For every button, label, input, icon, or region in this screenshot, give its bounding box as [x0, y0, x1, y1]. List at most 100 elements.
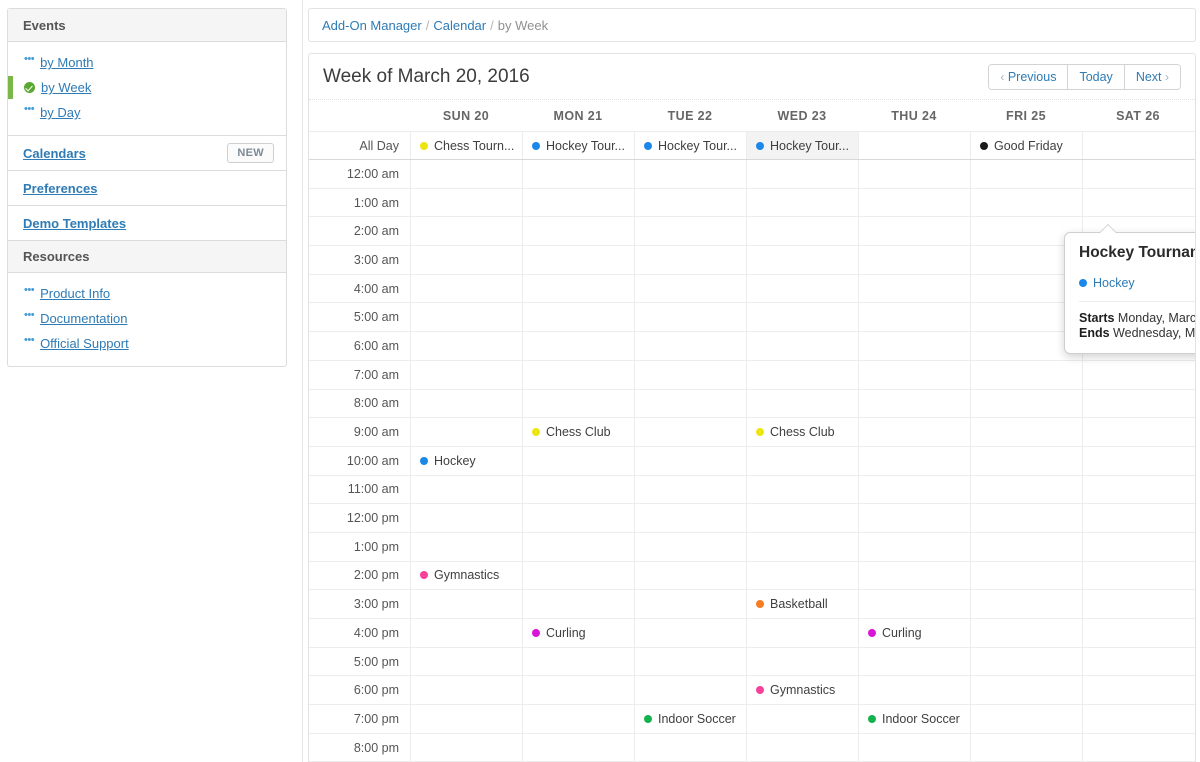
calendar-event[interactable]: Hockey Tour...: [644, 139, 737, 153]
slot-cell-7-1[interactable]: [522, 360, 634, 389]
sidebar-item-documentation[interactable]: ••• Documentation: [8, 306, 286, 331]
slot-cell-17-5[interactable]: [970, 647, 1082, 676]
slot-cell-18-2[interactable]: [634, 676, 746, 705]
slot-cell-12-4[interactable]: [858, 504, 970, 532]
slot-cell-17-3[interactable]: [746, 647, 858, 676]
sidebar-item-preferences[interactable]: Preferences: [8, 170, 286, 205]
slot-cell-17-0[interactable]: [410, 647, 522, 676]
slot-cell-16-3[interactable]: [746, 619, 858, 647]
slot-cell-8-2[interactable]: [634, 389, 746, 418]
slot-cell-20-0[interactable]: [410, 733, 522, 762]
slot-cell-13-2[interactable]: [634, 532, 746, 561]
slot-cell-2-4[interactable]: [858, 217, 970, 246]
sidebar-item-by-month-label[interactable]: by Month: [40, 55, 93, 70]
calendar-event[interactable]: Indoor Soccer: [644, 712, 736, 726]
slot-cell-11-5[interactable]: [970, 475, 1082, 504]
slot-cell-1-2[interactable]: [634, 188, 746, 217]
slot-cell-10-6[interactable]: [1082, 446, 1194, 475]
slot-cell-14-0[interactable]: Gymnastics: [410, 561, 522, 590]
slot-cell-10-4[interactable]: [858, 446, 970, 475]
slot-cell-18-4[interactable]: [858, 676, 970, 705]
slot-cell-4-4[interactable]: [858, 274, 970, 303]
slot-cell-2-1[interactable]: [522, 217, 634, 246]
slot-cell-8-0[interactable]: [410, 389, 522, 418]
slot-cell-13-6[interactable]: [1082, 532, 1194, 561]
calendar-event[interactable]: Basketball: [756, 597, 828, 611]
sidebar-item-calendars[interactable]: Calendars NEW: [8, 135, 286, 170]
slot-cell-6-3[interactable]: [746, 332, 858, 360]
slot-cell-5-1[interactable]: [522, 303, 634, 332]
slot-cell-15-2[interactable]: [634, 590, 746, 618]
calendar-event[interactable]: Hockey: [420, 454, 476, 468]
slot-cell-7-4[interactable]: [858, 360, 970, 389]
slot-cell-7-3[interactable]: [746, 360, 858, 389]
next-button[interactable]: Next ›: [1124, 64, 1180, 89]
slot-cell-7-6[interactable]: [1082, 360, 1194, 389]
slot-cell-8-3[interactable]: [746, 389, 858, 418]
slot-cell-0-5[interactable]: [970, 160, 1082, 188]
slot-cell-16-5[interactable]: [970, 619, 1082, 647]
popover-calendar-row[interactable]: Hockey: [1079, 276, 1195, 290]
slot-cell-10-1[interactable]: [522, 446, 634, 475]
slot-cell-12-0[interactable]: [410, 504, 522, 532]
slot-cell-18-1[interactable]: [522, 676, 634, 705]
calendar-event[interactable]: Hockey Tour...: [756, 139, 849, 153]
slot-cell-11-1[interactable]: [522, 475, 634, 504]
slot-cell-15-5[interactable]: [970, 590, 1082, 618]
slot-cell-0-1[interactable]: [522, 160, 634, 188]
slot-cell-18-5[interactable]: [970, 676, 1082, 705]
slot-cell-11-0[interactable]: [410, 475, 522, 504]
slot-cell-11-3[interactable]: [746, 475, 858, 504]
slot-cell-1-4[interactable]: [858, 188, 970, 217]
slot-cell-3-1[interactable]: [522, 246, 634, 274]
slot-cell-17-6[interactable]: [1082, 647, 1194, 676]
all-day-cell-0[interactable]: Chess Tourn...: [410, 132, 522, 159]
slot-cell-19-0[interactable]: [410, 705, 522, 733]
slot-cell-8-5[interactable]: [970, 389, 1082, 418]
sidebar-item-by-week[interactable]: by Week: [8, 75, 286, 100]
slot-cell-7-0[interactable]: [410, 360, 522, 389]
slot-cell-0-3[interactable]: [746, 160, 858, 188]
sidebar-item-official-support-label[interactable]: Official Support: [40, 336, 129, 351]
sidebar-item-documentation-label[interactable]: Documentation: [40, 311, 127, 326]
slot-cell-8-4[interactable]: [858, 389, 970, 418]
slot-cell-13-3[interactable]: [746, 532, 858, 561]
slot-cell-20-2[interactable]: [634, 733, 746, 762]
slot-cell-3-4[interactable]: [858, 246, 970, 274]
slot-cell-2-3[interactable]: [746, 217, 858, 246]
slot-cell-8-1[interactable]: [522, 389, 634, 418]
slot-cell-10-3[interactable]: [746, 446, 858, 475]
slot-cell-18-6[interactable]: [1082, 676, 1194, 705]
slot-cell-9-5[interactable]: [970, 418, 1082, 446]
slot-cell-0-0[interactable]: [410, 160, 522, 188]
sidebar-item-by-month[interactable]: ••• by Month: [8, 50, 286, 75]
slot-cell-16-4[interactable]: Curling: [858, 619, 970, 647]
slot-cell-20-1[interactable]: [522, 733, 634, 762]
slot-cell-15-6[interactable]: [1082, 590, 1194, 618]
slot-cell-14-5[interactable]: [970, 561, 1082, 590]
slot-cell-17-4[interactable]: [858, 647, 970, 676]
breadcrumb-calendar[interactable]: Calendar: [433, 18, 486, 33]
slot-cell-9-3[interactable]: Chess Club: [746, 418, 858, 446]
slot-cell-12-1[interactable]: [522, 504, 634, 532]
slot-cell-10-5[interactable]: [970, 446, 1082, 475]
breadcrumb-root[interactable]: Add-On Manager: [322, 18, 422, 33]
slot-cell-12-2[interactable]: [634, 504, 746, 532]
slot-cell-2-0[interactable]: [410, 217, 522, 246]
sidebar-item-calendars-label[interactable]: Calendars: [23, 146, 86, 161]
slot-cell-13-4[interactable]: [858, 532, 970, 561]
slot-cell-16-6[interactable]: [1082, 619, 1194, 647]
all-day-cell-1[interactable]: Hockey Tour...: [522, 132, 634, 159]
slot-cell-4-0[interactable]: [410, 274, 522, 303]
slot-cell-9-0[interactable]: [410, 418, 522, 446]
slot-cell-15-4[interactable]: [858, 590, 970, 618]
slot-cell-3-0[interactable]: [410, 246, 522, 274]
slot-cell-11-2[interactable]: [634, 475, 746, 504]
slot-cell-4-3[interactable]: [746, 274, 858, 303]
all-day-cell-3[interactable]: Hockey Tour...: [746, 132, 858, 159]
slot-cell-14-1[interactable]: [522, 561, 634, 590]
slot-cell-19-5[interactable]: [970, 705, 1082, 733]
slot-cell-16-2[interactable]: [634, 619, 746, 647]
all-day-cell-4[interactable]: [858, 132, 970, 159]
sidebar-item-demo-templates-label[interactable]: Demo Templates: [23, 216, 126, 231]
